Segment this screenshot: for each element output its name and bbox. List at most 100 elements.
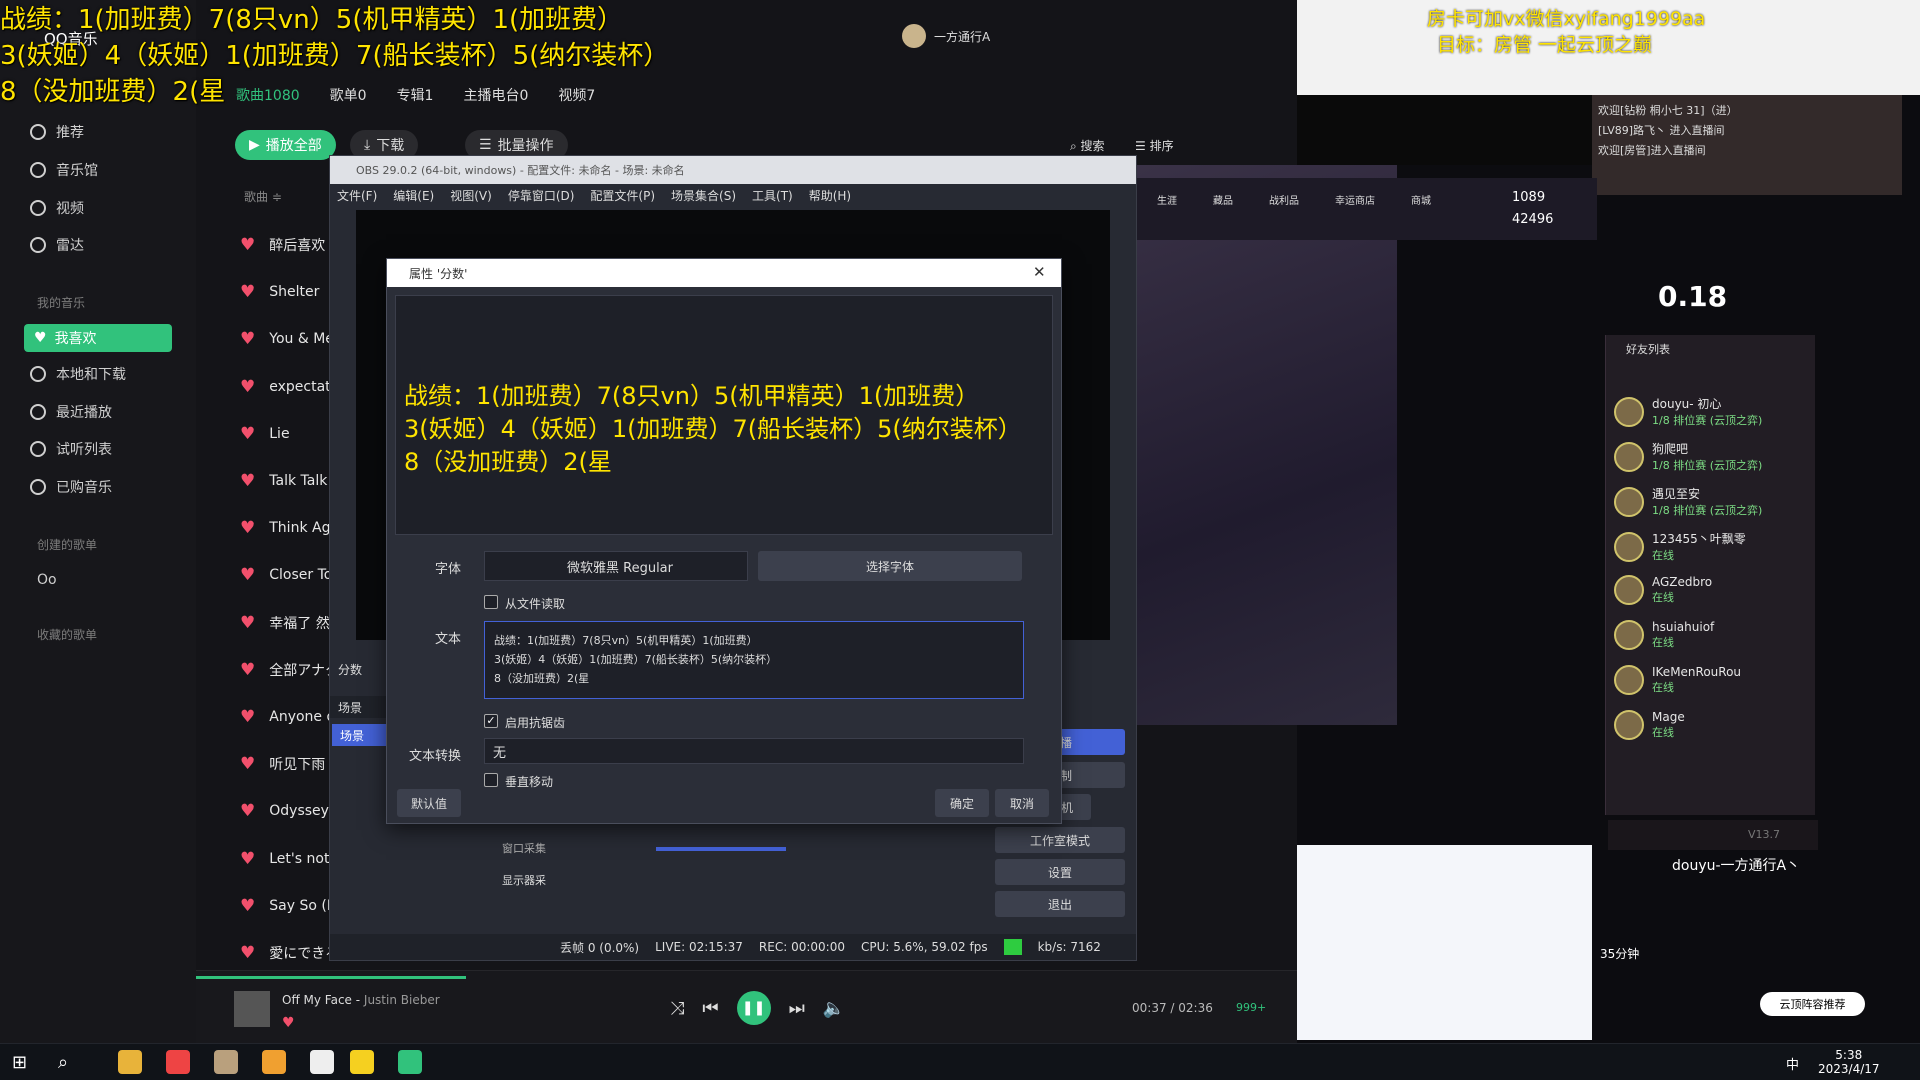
vertical-checkbox[interactable] [484, 773, 498, 787]
cancel-button[interactable]: 取消 [995, 789, 1049, 817]
sidebar-item-music-hall[interactable]: 音乐馆 [30, 156, 98, 184]
shop-tab[interactable]: 藏品 [1213, 192, 1233, 207]
sidebar-item-video[interactable]: 视频 [30, 194, 84, 222]
menu-tools[interactable]: 工具(T) [752, 187, 793, 204]
song-row[interactable]: ♥ Talk Talk [240, 466, 327, 496]
song-row[interactable]: ♥ Lie [240, 419, 290, 449]
transform-select[interactable]: 无 [484, 738, 1024, 764]
chrome-icon[interactable] [166, 1050, 190, 1074]
next-icon[interactable]: ⏭ [789, 998, 805, 1019]
antialias-checkbox[interactable]: ✓ [484, 714, 498, 728]
choose-font-button[interactable]: 选择字体 [758, 551, 1022, 581]
obs-icon[interactable] [310, 1050, 334, 1074]
friend-item[interactable]: douyu- 初心 1/8 排位赛 (云顶之弈) [1614, 395, 1762, 428]
heart-icon[interactable]: ♥ [240, 943, 255, 963]
source-item[interactable]: 显示器采 [502, 872, 546, 888]
heart-icon[interactable]: ♥ [240, 329, 255, 349]
qq-music-icon[interactable] [350, 1050, 374, 1074]
volume-icon[interactable]: 🔈 [823, 998, 845, 1019]
quality-badge[interactable]: 999+ [1236, 1001, 1266, 1014]
menu-profile[interactable]: 配置文件(P) [590, 187, 655, 204]
song-row[interactable]: ♥ Closer To [240, 560, 332, 590]
clock[interactable]: 5:38 2023/4/17 [1818, 1048, 1880, 1076]
search-button[interactable]: ⌕ 搜索 [1070, 137, 1105, 154]
defaults-button[interactable]: 默认值 [397, 789, 461, 817]
shuffle-icon[interactable]: ⤨ [670, 998, 684, 1019]
song-row[interactable]: ♥ Say So (E [240, 891, 336, 921]
source-item[interactable]: 窗口采集 [502, 840, 546, 856]
col-song-header[interactable]: 歌曲 ≑ [244, 188, 282, 205]
heart-icon[interactable]: ♥ [240, 235, 255, 255]
playlist-item[interactable]: Oo [37, 566, 57, 594]
exit-button[interactable]: 退出 [995, 891, 1125, 917]
song-row[interactable]: ♥ Let's not [240, 844, 329, 874]
friend-item[interactable]: IKeMenRouRou 在线 [1614, 665, 1741, 695]
heart-icon[interactable]: ♥ [240, 518, 255, 538]
sidebar-item-recent[interactable]: 最近播放 [30, 398, 112, 426]
song-row[interactable]: ♥ Shelter [240, 277, 319, 307]
pause-button[interactable]: ❚❚ [736, 991, 771, 1025]
sidebar-item-trial[interactable]: 试听列表 [30, 435, 112, 463]
heart-icon[interactable]: ♥ [240, 424, 255, 444]
friend-item[interactable]: hsuiahuiof 在线 [1614, 620, 1714, 650]
text-input[interactable]: 战绩：1(加班费）7(8只vn）5(机甲精英）1(加班费） 3(妖姬）4（妖姬）… [484, 621, 1024, 699]
friend-item[interactable]: 123455丶叶飘零 在线 [1614, 530, 1746, 563]
avatar[interactable] [902, 24, 926, 48]
menu-scenes[interactable]: 场景集合(S) [671, 187, 736, 204]
shop-tab[interactable]: 商城 [1411, 192, 1431, 207]
explorer-icon[interactable] [118, 1050, 142, 1074]
friend-item[interactable]: 遇见至安 1/8 排位赛 (云顶之弈) [1614, 485, 1762, 518]
scene-item[interactable]: 场景 [332, 724, 386, 746]
app-icon[interactable] [262, 1050, 286, 1074]
heart-icon[interactable]: ♥ [240, 565, 255, 585]
song-row[interactable]: ♥ 醉后喜欢 [240, 230, 325, 260]
friend-item[interactable]: Mage 在线 [1614, 710, 1685, 740]
heart-icon[interactable]: ♥ [282, 1015, 295, 1031]
sidebar-item-recommend[interactable]: 推荐 [30, 118, 84, 146]
close-icon[interactable]: ✕ [1033, 263, 1046, 281]
menu-docks[interactable]: 停靠窗口(D) [508, 187, 575, 204]
read-file-checkbox[interactable] [484, 595, 498, 609]
album-cover[interactable] [234, 991, 270, 1027]
menu-view[interactable]: 视图(V) [450, 187, 492, 204]
progress-bar[interactable] [196, 976, 466, 979]
heart-icon[interactable]: ♥ [240, 377, 255, 397]
friend-item[interactable]: AGZedbro 在线 [1614, 575, 1712, 605]
studio-mode-button[interactable]: 工作室模式 [995, 827, 1125, 853]
username[interactable]: 一方通行A [934, 28, 990, 45]
sort-button[interactable]: ☰ 排序 [1135, 137, 1174, 154]
recommend-button[interactable]: 云顶阵容推荐 [1760, 992, 1865, 1016]
song-row[interactable]: ♥ 幸福了 然 [240, 608, 330, 638]
song-row[interactable]: ♥ 全部アナタ [240, 655, 339, 685]
song-row[interactable]: ♥ Anyone o [240, 702, 335, 732]
sidebar-item-radar[interactable]: 雷达 [30, 231, 84, 259]
sidebar-item-local[interactable]: 本地和下载 [30, 360, 126, 388]
menu-edit[interactable]: 编辑(E) [393, 187, 434, 204]
menu-file[interactable]: 文件(F) [337, 187, 377, 204]
prev-icon[interactable]: ⏮ [702, 998, 718, 1019]
ime-indicator[interactable]: 中 [1786, 1054, 1799, 1073]
song-row[interactable]: ♥ You & Me [240, 324, 334, 354]
heart-icon[interactable]: ♥ [240, 754, 255, 774]
search-icon[interactable]: ⌕ [58, 1052, 68, 1073]
heart-icon[interactable]: ♥ [240, 801, 255, 821]
heart-icon[interactable]: ♥ [240, 613, 255, 633]
play-all-button[interactable]: ▶ 播放全部 [235, 130, 336, 160]
app-icon[interactable] [398, 1050, 422, 1074]
song-row[interactable]: ♥ Think Aga [240, 513, 339, 543]
heart-icon[interactable]: ♥ [240, 896, 255, 916]
heart-icon[interactable]: ♥ [240, 660, 255, 680]
heart-icon[interactable]: ♥ [240, 282, 255, 302]
sidebar-item-purchased[interactable]: 已购音乐 [30, 473, 112, 501]
shop-tab[interactable]: 幸运商店 [1335, 192, 1375, 207]
song-row[interactable]: ♥ expectati [240, 372, 335, 402]
heart-icon[interactable]: ♥ [240, 471, 255, 491]
song-row[interactable]: ♥ 听见下雨 [240, 749, 325, 779]
menu-help[interactable]: 帮助(H) [809, 187, 851, 204]
settings-button[interactable]: 设置 [995, 859, 1125, 885]
sidebar-item-favorites[interactable]: ♥ 我喜欢 [24, 324, 172, 352]
volume-slider[interactable] [656, 847, 786, 851]
ok-button[interactable]: 确定 [935, 789, 989, 817]
heart-icon[interactable]: ♥ [240, 849, 255, 869]
app-icon[interactable] [214, 1050, 238, 1074]
